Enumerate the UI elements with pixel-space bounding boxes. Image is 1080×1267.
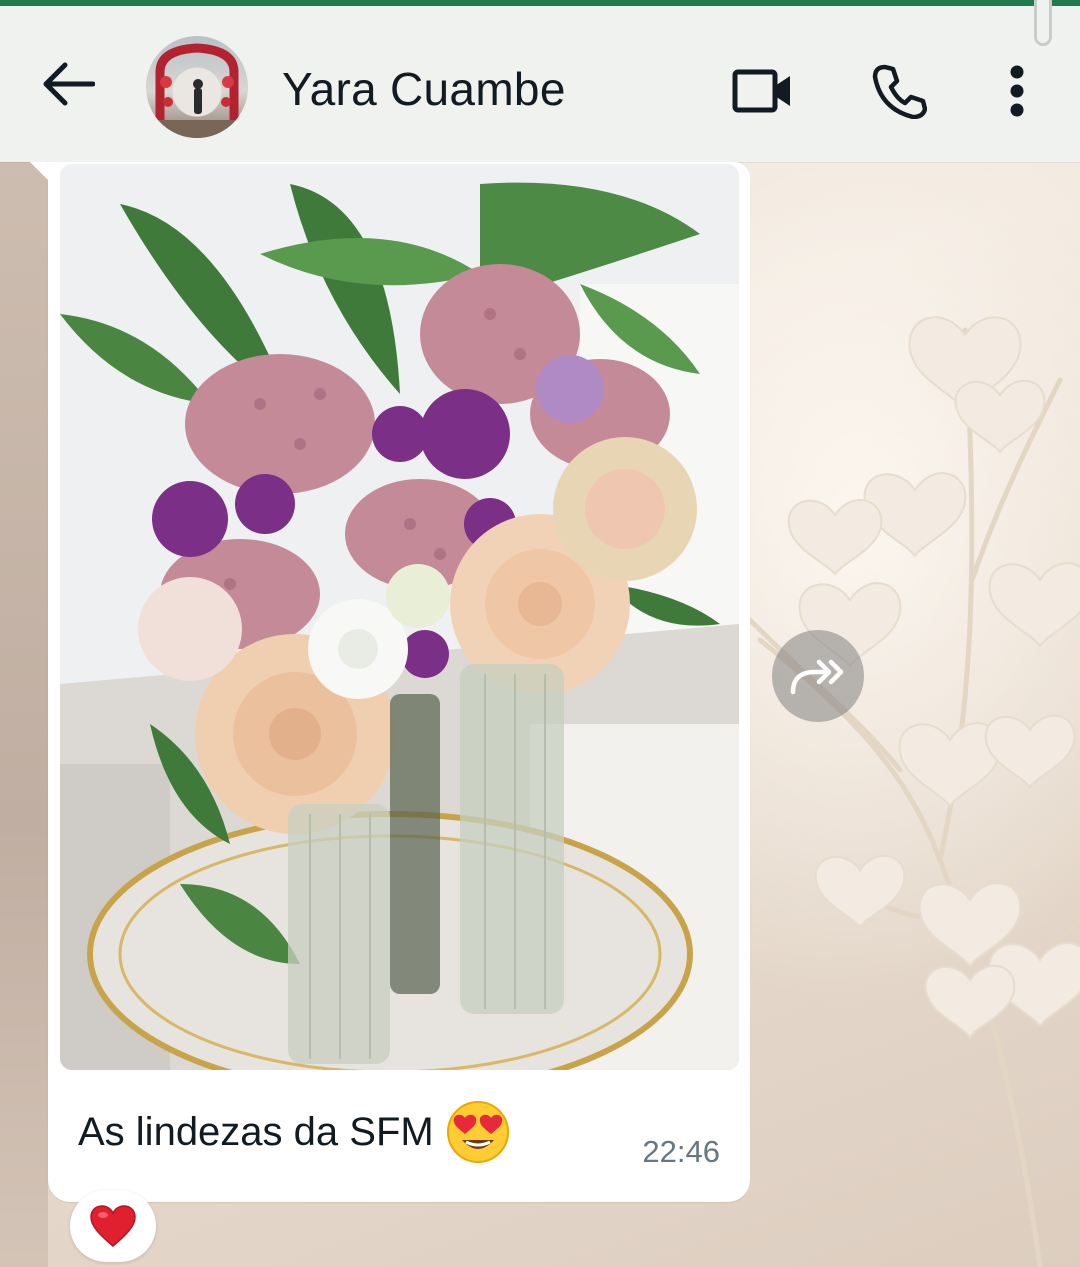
contact-name[interactable]: Yara Cuambe xyxy=(282,62,566,116)
heart-eyes-emoji-icon xyxy=(446,1101,509,1163)
message-bubble[interactable]: As lindezas da SFM 22:46 xyxy=(48,162,750,1202)
arrow-left-icon xyxy=(43,62,95,106)
message-caption: As lindezas da SFM xyxy=(78,1100,510,1164)
chat-header: Yara Cuambe xyxy=(0,6,1080,162)
message-image[interactable] xyxy=(60,164,739,1070)
more-vertical-icon xyxy=(1010,65,1024,117)
contact-avatar[interactable] xyxy=(146,36,248,138)
caption-text: As lindezas da SFM xyxy=(78,1109,434,1154)
voice-call-button[interactable] xyxy=(864,56,934,126)
video-call-button[interactable] xyxy=(728,56,798,126)
scroll-indicator xyxy=(1034,0,1052,46)
avatar-photo xyxy=(146,43,248,138)
phone-icon xyxy=(872,64,927,119)
message-reaction[interactable] xyxy=(70,1190,156,1262)
flower-bouquet-photo xyxy=(60,164,739,1070)
back-button[interactable] xyxy=(36,52,100,116)
forward-button[interactable] xyxy=(772,630,864,722)
more-options-button[interactable] xyxy=(982,56,1052,126)
message-time: 22:46 xyxy=(642,1134,720,1169)
red-heart-icon xyxy=(90,1205,136,1247)
video-call-icon xyxy=(732,69,790,113)
forward-icon xyxy=(790,659,844,695)
